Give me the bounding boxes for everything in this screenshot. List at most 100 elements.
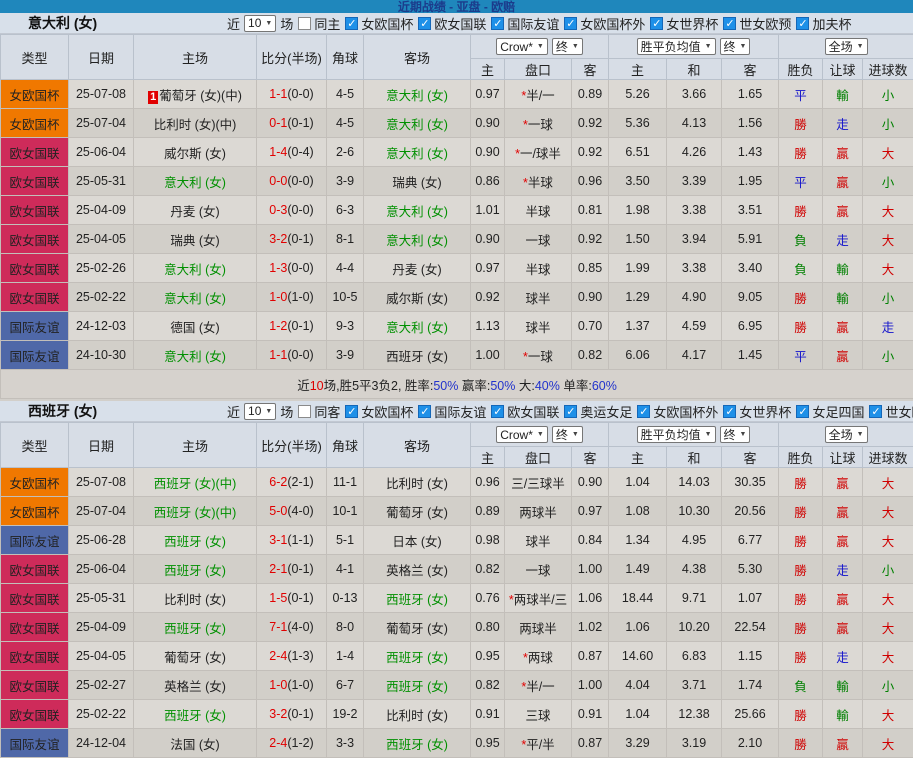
match-date: 25-04-09 bbox=[69, 196, 134, 225]
bookmaker-select[interactable]: Crow*▼ bbox=[496, 426, 548, 443]
result-cell: 勝 bbox=[779, 497, 823, 526]
handicap-final-select[interactable]: 终▼ bbox=[552, 426, 583, 443]
chevron-down-icon: ▼ bbox=[740, 431, 747, 438]
match-date: 25-04-05 bbox=[69, 642, 134, 671]
league-filter-checkbox[interactable]: ✓ bbox=[650, 17, 663, 30]
table-row: 欧女国联25-06-04威尔斯 (女)1-4(0-4)2-6意大利 (女)0.9… bbox=[1, 138, 913, 167]
fulltime-score: 1-0 bbox=[269, 678, 287, 692]
match-score: 3-2(0-1) bbox=[257, 225, 327, 254]
corner-score: 6-7 bbox=[327, 671, 364, 700]
result-cell: 勝 bbox=[779, 283, 823, 312]
match-type-badge: 女欧国杯 bbox=[1, 80, 69, 109]
table-row: 欧女国联25-06-04西班牙 (女)2-1(0-1)4-1英格兰 (女)0.8… bbox=[1, 555, 913, 584]
league-filter-checkbox[interactable]: ✓ bbox=[345, 17, 358, 30]
odds-home: 1.06 bbox=[609, 613, 667, 642]
goals-result-cell: 大 bbox=[863, 584, 913, 613]
fulltime-score: 3-2 bbox=[269, 232, 287, 246]
home-team-name: 比利时 (女)(中) bbox=[154, 118, 237, 132]
same-venue-checkbox[interactable] bbox=[298, 405, 311, 418]
column-away: 客场 bbox=[364, 423, 471, 468]
fulltime-score: 1-2 bbox=[269, 319, 287, 333]
ah-line: 球半 bbox=[505, 312, 572, 341]
odds-average-select[interactable]: 胜平负均值▼ bbox=[637, 38, 716, 55]
odds-home: 1.49 bbox=[609, 555, 667, 584]
chevron-down-icon: ▼ bbox=[572, 43, 579, 50]
league-filter-checkbox[interactable]: ✓ bbox=[418, 17, 431, 30]
away-team: 西班牙 (女) bbox=[364, 341, 471, 370]
chevron-down-icon: ▼ bbox=[857, 431, 864, 438]
league-filter-checkbox[interactable]: ✓ bbox=[723, 405, 736, 418]
fulltime-score: 1-5 bbox=[269, 591, 287, 605]
odds-home: 5.36 bbox=[609, 109, 667, 138]
match-score: 1-5(0-1) bbox=[257, 584, 327, 613]
bookmaker-select-value: Crow* bbox=[500, 40, 533, 54]
league-filter-checkbox[interactable]: ✓ bbox=[637, 405, 650, 418]
odds-final-select[interactable]: 终▼ bbox=[720, 426, 751, 443]
away-team: 瑞典 (女) bbox=[364, 167, 471, 196]
same-venue-label: 同主 bbox=[314, 14, 340, 33]
ah-line: *半/一 bbox=[505, 671, 572, 700]
corner-score: 5-1 bbox=[327, 526, 364, 555]
table-row: 欧女国联25-02-22西班牙 (女)3-2(0-1)19-2比利时 (女)0.… bbox=[1, 700, 913, 729]
chevron-down-icon: ▼ bbox=[705, 43, 712, 50]
top-nav-text[interactable]: 近期战绩 - 亚盘 - 欧赔 bbox=[398, 0, 515, 13]
match-score: 2-4(1-3) bbox=[257, 642, 327, 671]
league-filter-checkbox[interactable]: ✓ bbox=[418, 405, 431, 418]
corner-score: 4-4 bbox=[327, 254, 364, 283]
chevron-down-icon: ▼ bbox=[572, 431, 579, 438]
fulltime-score: 3-1 bbox=[269, 533, 287, 547]
fulltime-select[interactable]: 全场▼ bbox=[825, 38, 868, 55]
match-type-badge: 国际友谊 bbox=[1, 341, 69, 370]
odds-home: 3.50 bbox=[609, 167, 667, 196]
league-filter-checkbox[interactable]: ✓ bbox=[491, 405, 504, 418]
odds-draw: 4.26 bbox=[667, 138, 722, 167]
odds-draw: 4.13 bbox=[667, 109, 722, 138]
odds-final-select[interactable]: 终▼ bbox=[720, 38, 751, 55]
corner-score: 9-3 bbox=[327, 312, 364, 341]
match-score: 3-2(0-1) bbox=[257, 700, 327, 729]
corner-score: 19-2 bbox=[327, 700, 364, 729]
ah-away-odds: 1.00 bbox=[572, 555, 609, 584]
ah-home-odds: 0.90 bbox=[471, 109, 505, 138]
away-team-name: 意大利 (女) bbox=[386, 118, 448, 132]
corner-score: 4-5 bbox=[327, 109, 364, 138]
fulltime-select[interactable]: 全场▼ bbox=[825, 426, 868, 443]
home-team: 英格兰 (女) bbox=[134, 671, 257, 700]
league-filter-checkbox[interactable]: ✓ bbox=[345, 405, 358, 418]
section-spain: 西班牙 (女) 近10▼场同客✓女欧国杯✓国际友谊✓欧女国联✓奥运女足✓女欧国杯… bbox=[0, 401, 913, 758]
fulltime-score: 1-0 bbox=[269, 290, 287, 304]
team-title: 西班牙 (女) bbox=[0, 401, 225, 421]
league-filter-checkbox[interactable]: ✓ bbox=[491, 17, 504, 30]
league-filter-checkbox[interactable]: ✓ bbox=[564, 405, 577, 418]
goals-result-cell: 大 bbox=[863, 729, 913, 758]
recent-count-select[interactable]: 10▼ bbox=[244, 403, 276, 420]
goals-result-cell: 小 bbox=[863, 283, 913, 312]
match-type-badge: 欧女国联 bbox=[1, 225, 69, 254]
away-team: 意大利 (女) bbox=[364, 138, 471, 167]
league-filter-checkbox[interactable]: ✓ bbox=[796, 17, 809, 30]
odds-home: 1.99 bbox=[609, 254, 667, 283]
goals-result-cell: 大 bbox=[863, 497, 913, 526]
same-venue-checkbox[interactable] bbox=[298, 17, 311, 30]
corner-score: 3-9 bbox=[327, 167, 364, 196]
bookmaker-select[interactable]: Crow*▼ bbox=[496, 38, 548, 55]
ah-line-text: 半球 bbox=[525, 205, 550, 219]
league-filter-checkbox[interactable]: ✓ bbox=[869, 405, 882, 418]
ah-line-text: 一球 bbox=[525, 234, 550, 248]
league-filter-checkbox[interactable]: ✓ bbox=[723, 17, 736, 30]
odds-average-select[interactable]: 胜平负均值▼ bbox=[637, 426, 716, 443]
match-date: 25-06-04 bbox=[69, 138, 134, 167]
halftime-score: (0-0) bbox=[287, 174, 313, 188]
ah-line: *两球 bbox=[505, 642, 572, 671]
league-filter-checkbox[interactable]: ✓ bbox=[796, 405, 809, 418]
handicap-final-select[interactable]: 终▼ bbox=[552, 38, 583, 55]
odds-home: 1.98 bbox=[609, 196, 667, 225]
league-filter-checkbox[interactable]: ✓ bbox=[564, 17, 577, 30]
match-date: 25-04-05 bbox=[69, 225, 134, 254]
recent-count-select[interactable]: 10▼ bbox=[244, 15, 276, 32]
away-team: 西班牙 (女) bbox=[364, 642, 471, 671]
result-cell: 負 bbox=[779, 225, 823, 254]
away-team: 葡萄牙 (女) bbox=[364, 497, 471, 526]
odds-draw: 3.39 bbox=[667, 167, 722, 196]
ah-line-text: 半球 bbox=[528, 176, 553, 190]
